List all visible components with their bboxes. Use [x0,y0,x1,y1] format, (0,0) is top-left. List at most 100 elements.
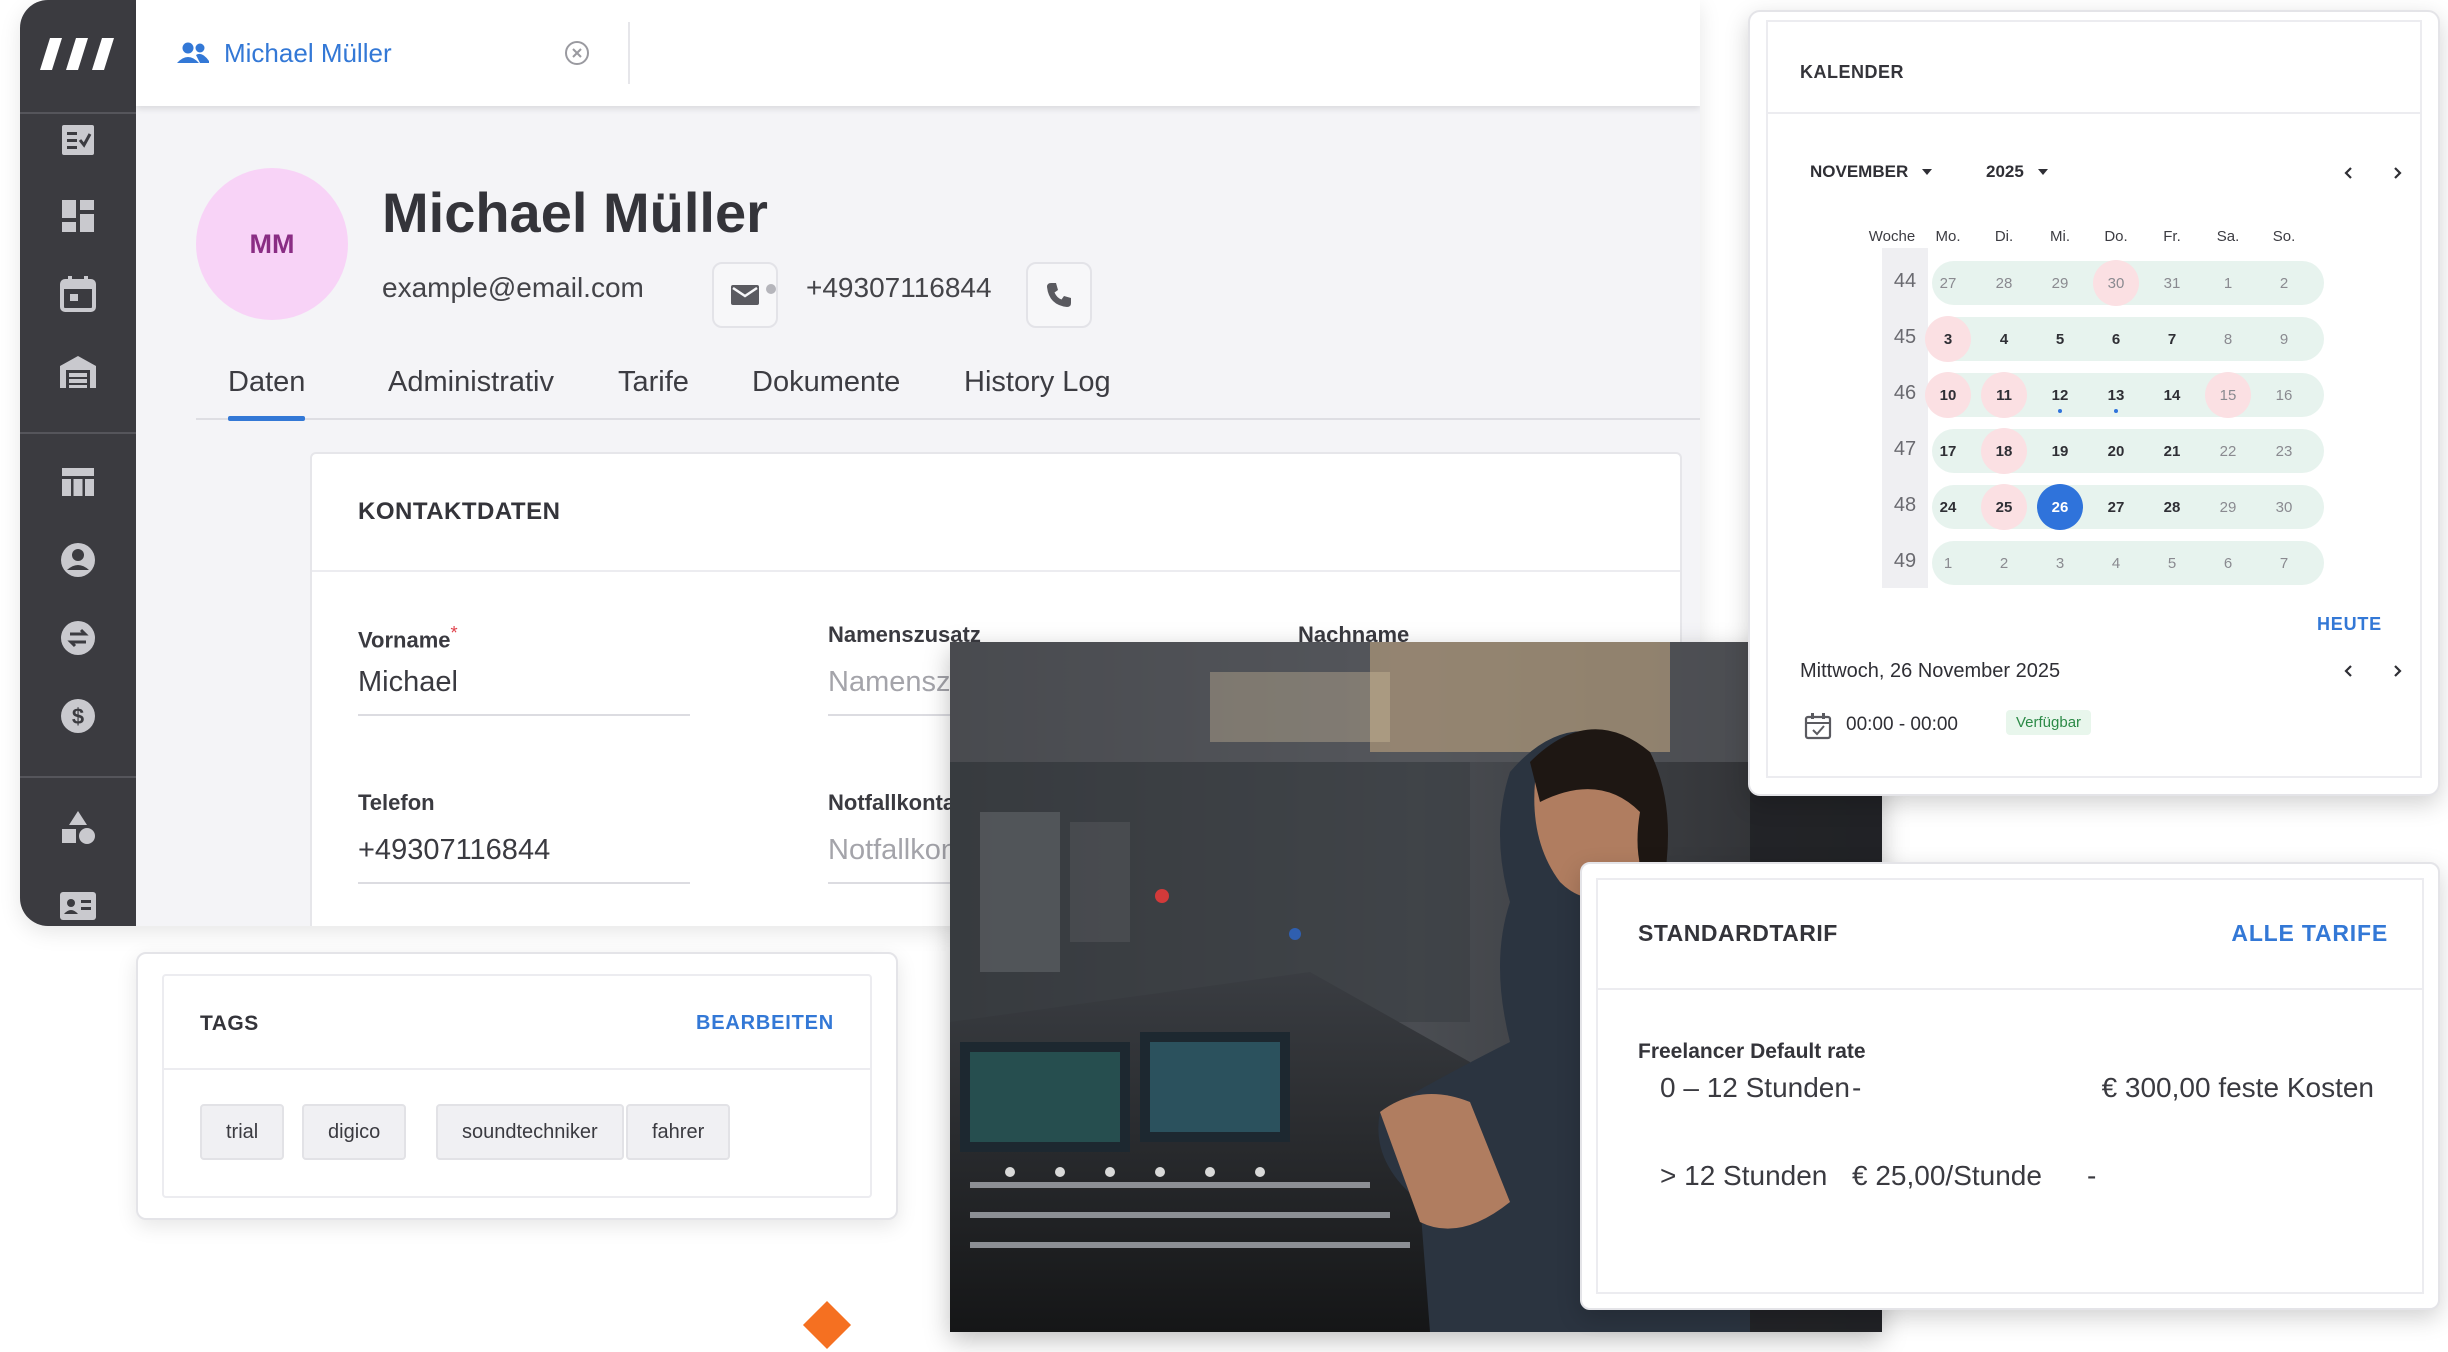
next-day-button[interactable] [2382,656,2412,686]
calendar-day[interactable]: 14 [2149,372,2195,418]
calendar-day[interactable]: 24 [1925,484,1971,530]
today-button[interactable]: HEUTE [2317,614,2382,635]
tag-chip[interactable]: digico [302,1104,407,1160]
sidebar-item-table[interactable] [58,462,98,502]
tab-daten[interactable]: Daten [228,366,306,421]
app-logo[interactable] [40,38,120,70]
calendar-day[interactable]: 5 [2149,540,2195,586]
week-number: 44 [1893,270,1917,292]
calendar-day-number: 16 [2275,386,2293,404]
calendar-day[interactable]: 20 [2093,428,2139,474]
tab-history-log[interactable]: History Log [964,366,1111,399]
sidebar-item-calendar[interactable] [58,274,98,314]
sidebar-item-shapes[interactable] [58,808,98,848]
week-number-column [1882,248,1928,588]
sidebar-item-transfer[interactable] [58,618,98,658]
calendar-day[interactable]: 30 [2261,484,2307,530]
call-button[interactable] [1026,262,1092,328]
calendar-day[interactable]: 4 [2093,540,2139,586]
calendar-day[interactable]: 13 [2093,372,2139,418]
tab-divider [628,22,630,84]
calendar-day[interactable]: 28 [1981,260,2027,306]
prev-day-button[interactable] [2334,656,2364,686]
weekday-header: Di. [1994,228,2014,245]
calendar-day[interactable]: 2 [2261,260,2307,306]
contact-card-icon [60,892,96,920]
month-select[interactable]: NOVEMBER [1810,162,1933,182]
sidebar-item-warehouse[interactable] [58,352,98,392]
tab-tarife[interactable]: Tarife [618,366,689,399]
calendar-day[interactable]: 18 [1981,428,2027,474]
tag-chip[interactable]: trial [200,1104,285,1160]
tab-person[interactable]: Michael Müller [176,30,392,76]
calendar-day-number: 21 [2163,442,2181,460]
calendar-check-icon [1804,713,1832,740]
calendar-day[interactable]: 3 [1925,316,1971,362]
prev-month-button[interactable] [2334,158,2364,188]
sidebar-divider [20,112,136,114]
edit-tags-link[interactable]: BEARBEITEN [696,1012,834,1035]
calendar-day[interactable]: 10 [1925,372,1971,418]
close-icon[interactable] [564,40,590,66]
calendar-day[interactable]: 27 [2093,484,2139,530]
calendar-day[interactable]: 21 [2149,428,2195,474]
calendar-day[interactable]: 9 [2261,316,2307,362]
calendar-day[interactable]: 26 [2037,484,2083,530]
next-month-button[interactable] [2382,158,2412,188]
decorative-diamond [802,1300,852,1350]
field-underline [358,714,690,716]
calendar-day[interactable]: 7 [2261,540,2307,586]
calendar-day[interactable]: 12 [2037,372,2083,418]
sidebar-item-tasks[interactable] [58,120,98,160]
calendar-day[interactable]: 6 [2093,316,2139,362]
tab-administrativ[interactable]: Administrativ [388,366,554,399]
calendar-day[interactable]: 7 [2149,316,2195,362]
calendar-day[interactable]: 27 [1925,260,1971,306]
calendar-day[interactable]: 1 [1925,540,1971,586]
separator-dot [766,284,776,294]
calendar-day[interactable]: 4 [1981,316,2027,362]
calendar-day[interactable]: 28 [2149,484,2195,530]
vorname-field[interactable]: Michael [358,666,458,699]
calendar-day[interactable]: 1 [2205,260,2251,306]
task-list-icon [62,125,94,155]
sidebar-item-contacts[interactable] [58,886,98,926]
calendar-day[interactable]: 16 [2261,372,2307,418]
calendar-day[interactable]: 29 [2037,260,2083,306]
calendar-day[interactable]: 30 [2093,260,2139,306]
sidebar-divider [20,776,136,778]
calendar-day[interactable]: 29 [2205,484,2251,530]
year-select[interactable]: 2025 [1986,162,2048,182]
calendar-day[interactable]: 5 [2037,316,2083,362]
calendar-day[interactable]: 15 [2205,372,2251,418]
calendar-day-number: 30 [2107,274,2125,292]
sidebar-item-finance[interactable]: $ [58,696,98,736]
calendar-day-number: 29 [2219,498,2237,516]
telefon-field[interactable]: +49307116844 [358,834,550,867]
calendar-day[interactable]: 3 [2037,540,2083,586]
calendar-day-number: 12 [2051,386,2069,404]
calendar-day[interactable]: 17 [1925,428,1971,474]
calendar-day[interactable]: 23 [2261,428,2307,474]
email-button[interactable] [712,262,778,328]
sidebar-item-dashboard[interactable] [58,196,98,236]
calendar-day[interactable]: 8 [2205,316,2251,362]
calendar-day-number: 1 [1943,554,1953,572]
calendar-day-number: 26 [2051,498,2069,516]
event-dot [2058,409,2062,413]
rate-range: 0 – 12 Stunden [1660,1072,1850,1103]
tag-chip[interactable]: fahrer [626,1104,731,1160]
tab-bar: Michael Müller [136,0,1700,106]
calendar-day[interactable]: 31 [2149,260,2195,306]
calendar-day[interactable]: 25 [1981,484,2027,530]
calendar-day[interactable]: 2 [1981,540,2027,586]
tag-chip[interactable]: soundtechniker [436,1104,624,1160]
calendar-day[interactable]: 6 [2205,540,2251,586]
calendar-day[interactable]: 11 [1981,372,2027,418]
tab-dokumente[interactable]: Dokumente [752,366,900,399]
calendar-day[interactable]: 22 [2205,428,2251,474]
telefon-label: Telefon [358,790,435,815]
all-tariffs-link[interactable]: ALLE TARIFE [2231,920,2388,947]
calendar-day[interactable]: 19 [2037,428,2083,474]
sidebar-item-people[interactable] [58,540,98,580]
